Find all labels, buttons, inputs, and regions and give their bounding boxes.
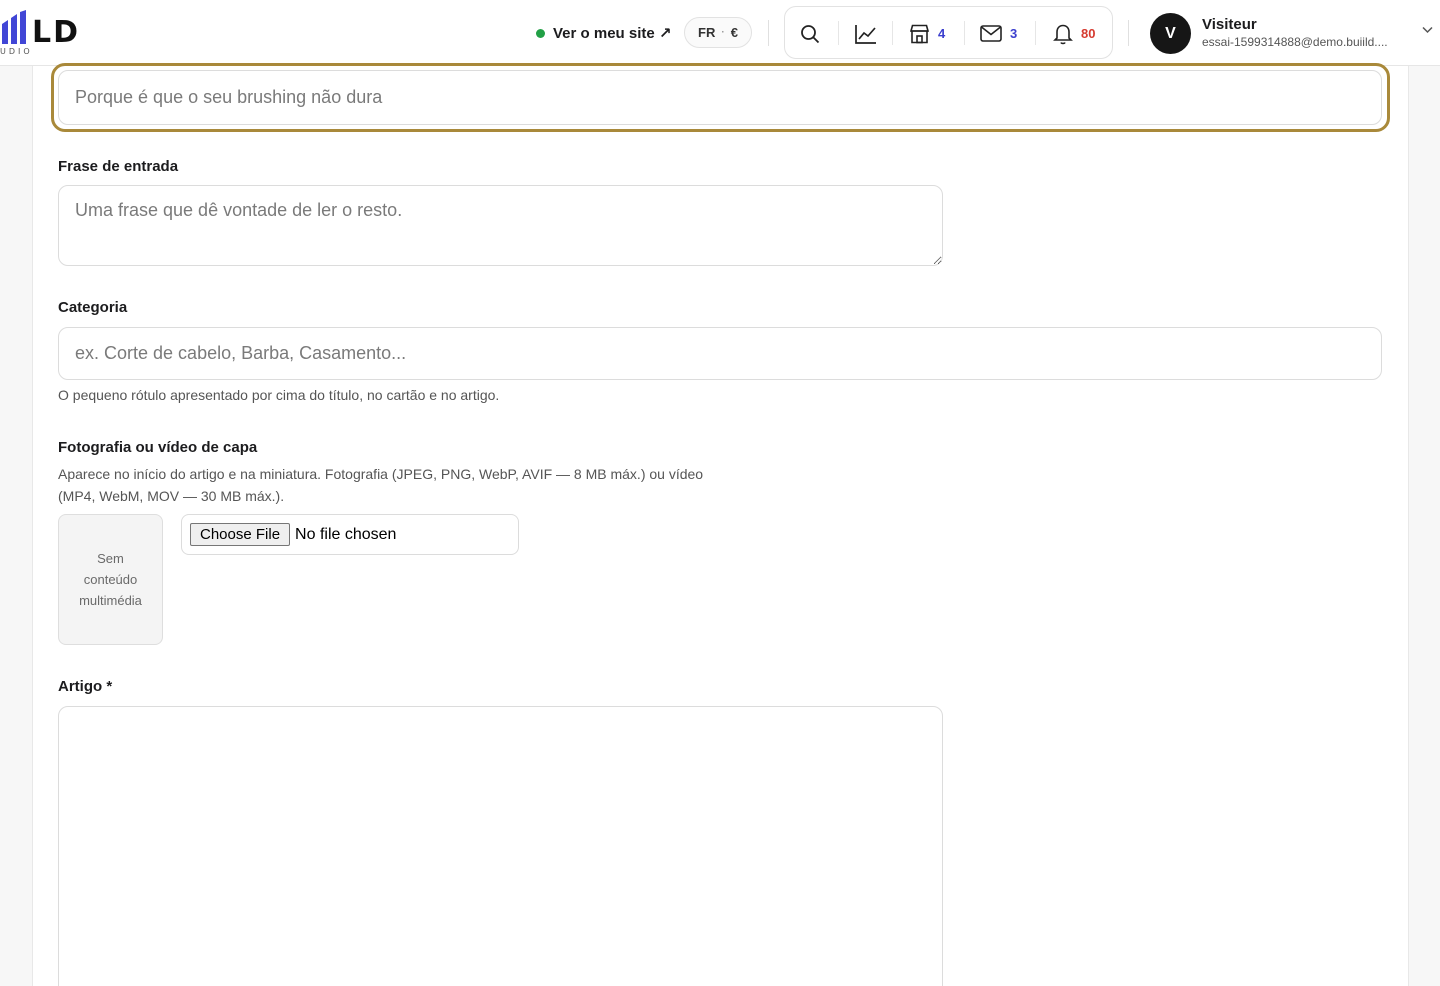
bell-icon <box>1053 24 1073 44</box>
analytics-button[interactable] <box>855 7 877 60</box>
cover-media-preview: Sem conteúdo multimédia <box>58 514 163 645</box>
view-site-link[interactable]: Ver o meu site ↗ <box>536 22 671 44</box>
chevron-down-icon[interactable] <box>1422 26 1433 34</box>
store-icon <box>909 24 930 43</box>
notifications-button[interactable]: 80 <box>1053 7 1095 60</box>
logo-subtext: UDIO <box>0 47 33 56</box>
logo-text: LD <box>32 15 81 50</box>
language-code: FR <box>698 25 716 40</box>
separator-dot: · <box>721 27 725 38</box>
header-icon-group: 4 3 80 <box>784 6 1113 59</box>
intro-sentence-textarea[interactable] <box>58 185 943 266</box>
category-input[interactable] <box>58 327 1382 380</box>
cover-file-input: Choose File No file chosen <box>181 514 519 555</box>
file-status-text: No file chosen <box>295 525 397 543</box>
header-divider <box>1128 20 1129 46</box>
view-site-label: Ver o meu site ↗ <box>553 25 672 42</box>
user-email: essai-1599314888@demo.buiild.... <box>1202 35 1388 49</box>
cover-media-label: Fotografia ou vídeo de capa <box>58 439 258 456</box>
search-icon <box>801 24 820 43</box>
search-button[interactable] <box>800 7 820 60</box>
article-body-editor[interactable] <box>58 706 943 986</box>
article-body-label: Artigo * <box>58 678 113 695</box>
cover-media-help-line-1: Aparece no início do artigo e na miniatu… <box>58 466 704 482</box>
currency-symbol: € <box>730 25 738 40</box>
icon-divider <box>1035 21 1036 45</box>
site-status-dot <box>536 28 545 38</box>
mail-count-badge: 3 <box>1010 26 1018 41</box>
intro-label: Frase de entrada <box>58 158 179 175</box>
category-help-text: O pequeno rótulo apresentado por cima do… <box>58 387 500 403</box>
user-name[interactable]: Visiteur <box>1202 16 1257 33</box>
brand-logo[interactable]: LD UDIO <box>0 10 100 60</box>
user-avatar[interactable]: V <box>1150 13 1191 54</box>
store-button[interactable]: 4 <box>909 7 945 60</box>
messages-button[interactable]: 3 <box>980 7 1017 60</box>
cover-media-help-line-2: (MP4, WebM, MOV — 30 MB máx.). <box>58 488 285 504</box>
article-title-input[interactable] <box>58 70 1382 125</box>
category-label: Categoria <box>58 299 128 316</box>
analytics-icon <box>855 24 876 44</box>
icon-divider <box>964 21 965 45</box>
icon-divider <box>892 21 893 45</box>
logo-bars-icon <box>2 10 26 44</box>
mail-icon <box>980 25 1002 42</box>
store-count-badge: 4 <box>938 26 946 41</box>
empty-media-text: Sem conteúdo multimédia <box>79 551 142 608</box>
choose-file-button[interactable]: Choose File <box>190 523 291 546</box>
top-bar: LD UDIO Ver o meu site ↗ FR · € 4 3 80 V… <box>0 0 1440 66</box>
header-divider <box>768 20 769 46</box>
language-currency-selector[interactable]: FR · € <box>684 17 752 48</box>
icon-divider <box>838 21 839 45</box>
notification-count-badge: 80 <box>1081 26 1096 41</box>
